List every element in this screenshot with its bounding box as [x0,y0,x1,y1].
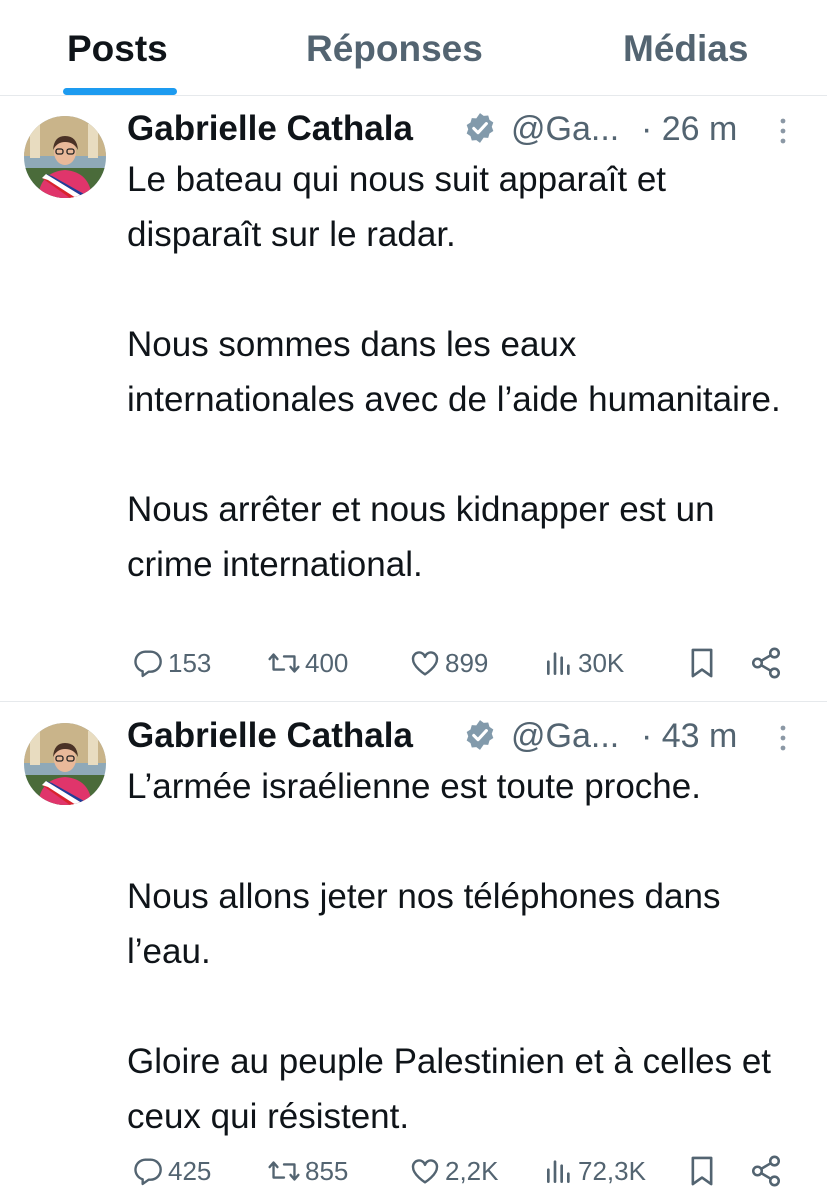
post-paragraph: Nous allons jeter nos téléphones dans l’… [127,877,721,971]
post-text: Le bateau qui nous suit apparaît et disp… [127,152,807,592]
view-count: 30K [578,647,625,678]
repost-count: 400 [305,647,349,678]
post-paragraph: Le bateau qui nous suit apparaît et disp… [127,160,667,254]
bookmark-button[interactable] [687,643,717,683]
post-timestamp[interactable]: · 26 m [641,110,737,149]
bookmark-icon [691,1156,713,1186]
bookmark-button[interactable] [687,1151,717,1191]
verified-badge-icon [466,720,494,750]
share-icon [751,647,781,679]
reply-button[interactable]: 153 [132,643,211,683]
author-name[interactable]: Gabrielle Cathala [127,716,413,756]
profile-tabs: Posts Réponses Médias [0,0,827,96]
post-header: Gabrielle Cathala @Ga... · 26 m [127,109,807,149]
views-button[interactable]: 30K [544,643,624,683]
post-actions: 153 400 899 30K [127,643,797,683]
repost-button[interactable]: 855 [267,1151,348,1191]
like-count: 899 [445,647,489,678]
tab-media[interactable]: Médias [623,28,748,70]
avatar[interactable] [24,723,106,805]
tab-replies[interactable]: Réponses [306,28,483,70]
views-button[interactable]: 72,3K [544,1151,646,1191]
post-text: L’armée israélienne est toute proche. No… [127,759,807,1144]
reply-button[interactable]: 425 [132,1151,211,1191]
views-chart-icon [547,1160,570,1183]
share-button[interactable] [749,643,783,683]
views-chart-icon [547,652,570,675]
post-header: Gabrielle Cathala @Ga... · 43 m [127,716,807,756]
reply-icon [134,650,162,678]
post-paragraph: Nous arrêter et nous kidnapper est un cr… [127,490,715,584]
like-count: 2,2K [445,1155,499,1186]
more-vertical-icon[interactable] [779,724,787,752]
share-button[interactable] [749,1151,783,1191]
repost-icon [268,653,300,673]
repost-button[interactable]: 400 [267,643,348,683]
heart-icon [411,1159,439,1184]
post-timestamp[interactable]: · 43 m [641,717,737,756]
verified-badge-icon [466,113,494,143]
post-paragraph: Gloire au peuple Palestinien et à celles… [127,1042,772,1136]
repost-count: 855 [305,1155,349,1186]
post[interactable]: Gabrielle Cathala @Ga... · 43 m L’armée … [0,703,827,1200]
like-button[interactable]: 899 [409,643,488,683]
post-paragraph: Nous sommes dans les eaux internationale… [127,325,781,419]
reply-icon [134,1158,162,1186]
more-vertical-icon[interactable] [779,117,787,145]
reply-count: 425 [168,1155,212,1186]
view-count: 72,3K [578,1155,646,1186]
author-handle[interactable]: @Ga... [511,110,619,149]
tab-posts[interactable]: Posts [67,28,168,70]
share-icon [751,1155,781,1187]
author-handle[interactable]: @Ga... [511,717,619,756]
avatar[interactable] [24,116,106,198]
post-actions: 425 855 2,2K 72,3K [127,1151,797,1191]
post-paragraph: L’armée israélienne est toute proche. [127,767,701,806]
like-button[interactable]: 2,2K [409,1151,499,1191]
bookmark-icon [691,648,713,678]
repost-icon [268,1161,300,1181]
active-tab-indicator [63,88,177,95]
heart-icon [411,651,439,676]
reply-count: 153 [168,647,212,678]
post[interactable]: Gabrielle Cathala @Ga... · 26 m Le batea… [0,96,827,702]
author-name[interactable]: Gabrielle Cathala [127,109,413,149]
